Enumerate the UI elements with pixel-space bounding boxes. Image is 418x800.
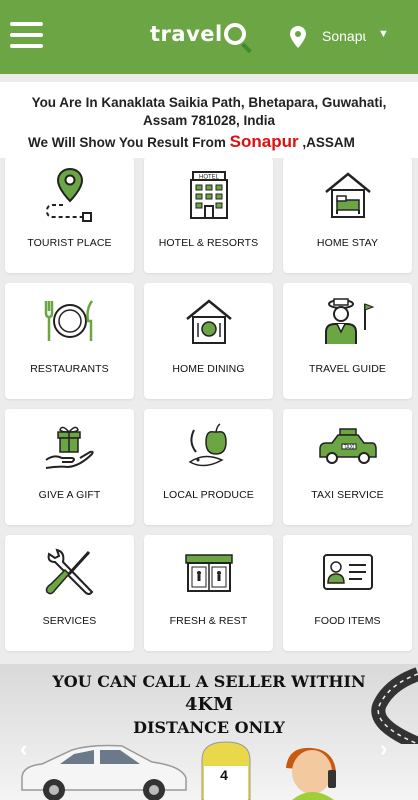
category-taxi-service[interactable]: TAXI TAXI SERVICE — [283, 409, 412, 525]
category-services[interactable]: SERVICES — [5, 535, 134, 651]
hotel-building-icon: HOTEL — [189, 171, 228, 219]
banner-line-2: 4KM — [184, 694, 234, 715]
banner-prev-arrow[interactable]: ‹ — [20, 736, 27, 762]
category-label: LOCAL PRODUCE — [163, 489, 254, 501]
category-food-items[interactable]: FOOD ITEMS — [283, 535, 412, 651]
current-address: You Are In Kanaklata Saikia Path, Bhetap… — [31, 95, 387, 128]
category-tourist-place[interactable]: TOURIST PLACE — [5, 157, 134, 273]
banner-line-1: YOU CAN CALL A SELLER WITHIN — [52, 672, 366, 691]
map-pin-route-icon — [45, 167, 92, 222]
category-home-stay[interactable]: HOME STAY — [283, 157, 412, 273]
top-bar: travel Sonapur ▼ — [0, 0, 418, 74]
category-restaurants[interactable]: RESTAURANTS — [5, 283, 134, 399]
logo-magnifier-icon — [223, 23, 246, 45]
category-fresh-rest[interactable]: FRESH & REST — [144, 535, 273, 651]
result-state: ,ASSAM — [298, 135, 355, 150]
produce-icon — [188, 423, 227, 467]
taxi-icon: TAXI — [318, 428, 377, 464]
category-label: SERVICES — [42, 615, 97, 627]
app-logo: travel — [150, 22, 246, 46]
id-card-icon — [322, 554, 373, 590]
location-info: You Are In Kanaklata Saikia Path, Bhetap… — [0, 82, 418, 158]
guide-flag-icon — [324, 298, 374, 344]
car-image — [21, 744, 187, 800]
svg-text:TAXI: TAXI — [343, 445, 354, 451]
category-travel-guide[interactable]: TRAVEL GUIDE — [283, 283, 412, 399]
location-pin-icon[interactable] — [290, 26, 306, 48]
shop-icon — [184, 554, 233, 592]
category-local-produce[interactable]: LOCAL PRODUCE — [144, 409, 273, 525]
promo-banner[interactable]: YOU CAN CALL A SELLER WITHIN 4KM DISTANC… — [0, 664, 418, 800]
category-label: HOME STAY — [316, 237, 379, 249]
category-label: TOURIST PLACE — [27, 237, 112, 249]
logo-text: travel — [150, 22, 223, 46]
category-label: FRESH & REST — [169, 615, 248, 627]
chevron-down-icon[interactable]: ▼ — [378, 28, 389, 40]
wrench-screwdriver-icon — [45, 548, 93, 595]
category-label: RESTAURANTS — [30, 363, 109, 375]
person-phone-image — [286, 747, 336, 800]
result-city: Sonapur — [229, 132, 299, 151]
house-plate-icon — [185, 299, 232, 344]
result-location: We Will Show You Result From Sonapur ,AS… — [28, 132, 355, 152]
category-home-dining[interactable]: HOME DINING — [144, 283, 273, 399]
category-label: GIVE A GIFT — [38, 489, 101, 501]
category-label: FOOD ITEMS — [314, 615, 381, 627]
location-select[interactable]: Sonapur — [322, 28, 366, 44]
distance-sign-number: 4 — [220, 767, 228, 783]
category-label: HOME DINING — [172, 363, 245, 375]
category-give-a-gift[interactable]: GIVE A GIFT — [5, 409, 134, 525]
result-prefix: We Will Show You Result From — [28, 135, 230, 150]
category-label: HOTEL & RESORTS — [158, 237, 259, 249]
category-label: TRAVEL GUIDE — [308, 363, 387, 375]
category-hotel-resorts[interactable]: HOTEL HOTEL & RESORTS — [144, 157, 273, 273]
banner-next-arrow[interactable]: › — [380, 736, 387, 762]
menu-icon[interactable] — [10, 22, 43, 50]
hand-gift-icon — [44, 426, 94, 469]
house-bed-icon — [324, 172, 371, 218]
category-label: TAXI SERVICE — [311, 489, 384, 501]
banner-line-3: DISTANCE ONLY — [133, 718, 285, 737]
plate-fork-knife-icon — [44, 300, 93, 341]
